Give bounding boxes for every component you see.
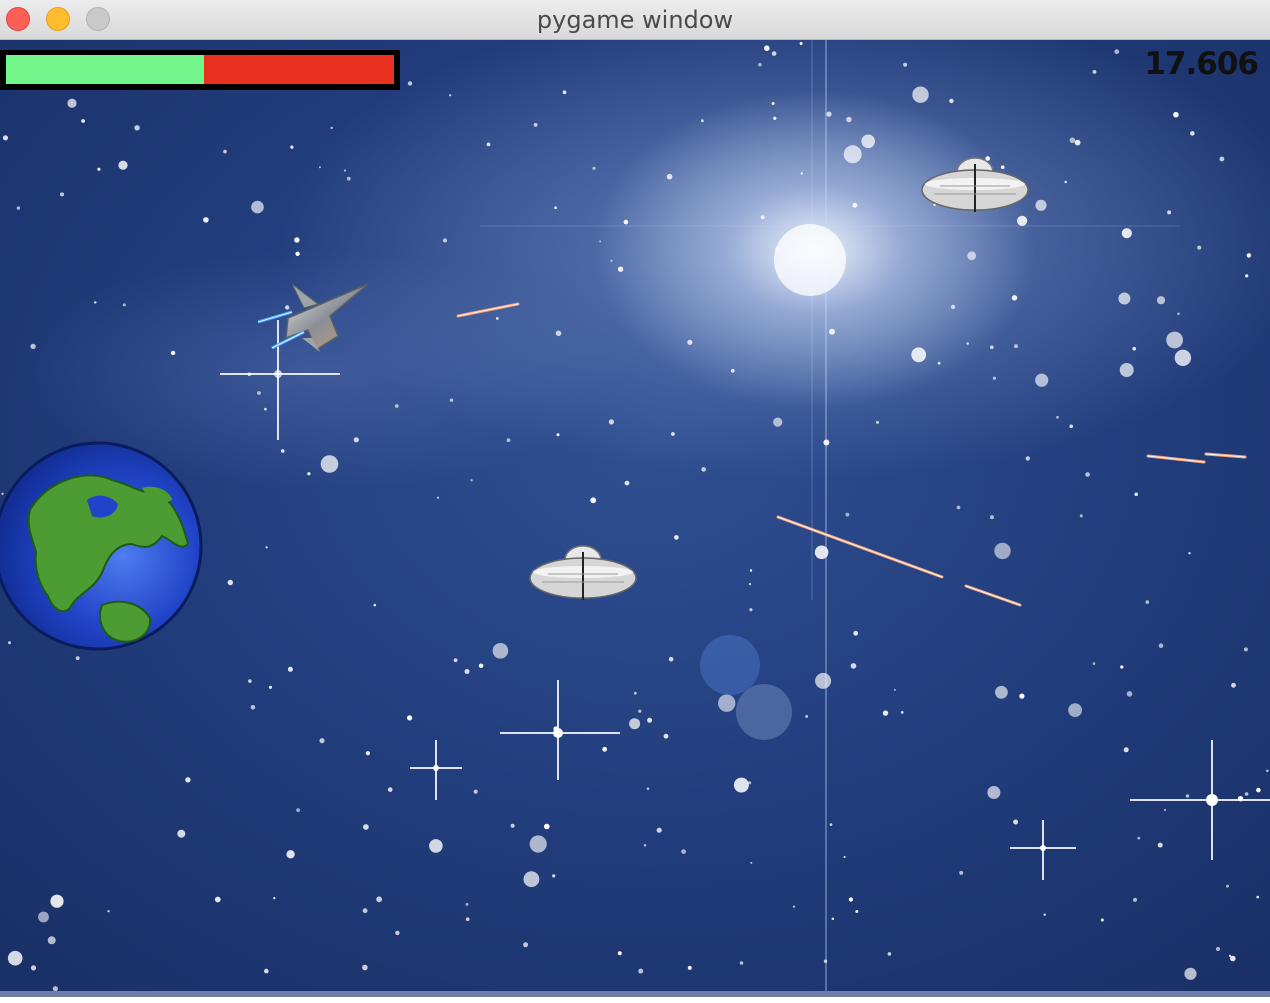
- bottom-edge: [0, 991, 1270, 997]
- laser-bolts-layer: [456, 302, 1247, 607]
- title-bar: pygame window: [0, 0, 1270, 40]
- window-title: pygame window: [536, 6, 734, 34]
- game-canvas[interactable]: 17.606: [0, 40, 1270, 997]
- app-window: pygame window 17.606: [0, 0, 1270, 1003]
